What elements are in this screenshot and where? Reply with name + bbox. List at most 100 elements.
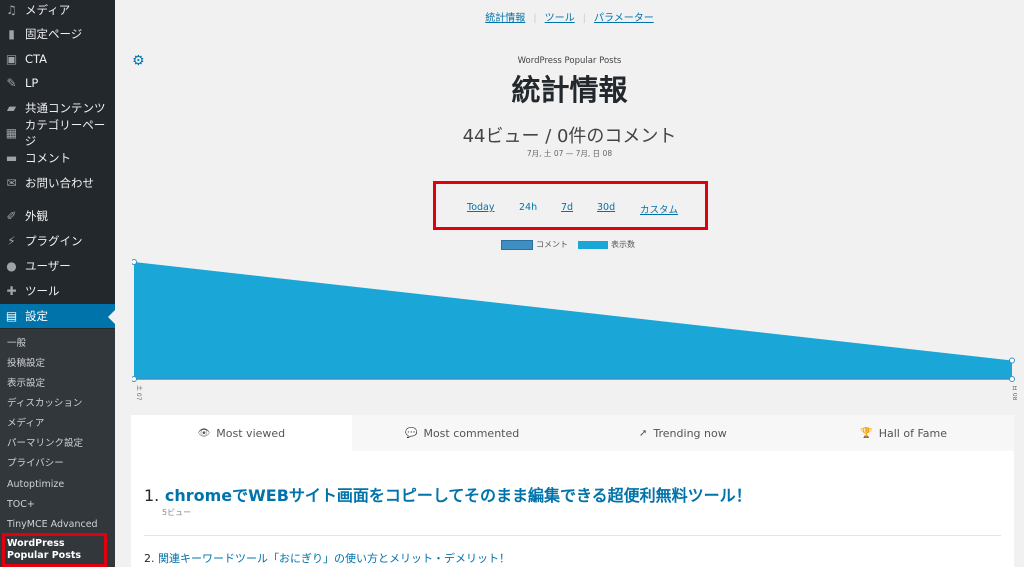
data-point-views[interactable] [1009, 357, 1015, 364]
page-title: 統計情報 [511, 73, 628, 107]
media-icon: ♫ [6, 3, 17, 17]
submenu-permalinks[interactable]: パーマリンク設定 [7, 438, 83, 450]
tab-label: Trending now [653, 426, 727, 440]
link-parameters[interactable]: パラメーター [586, 13, 662, 24]
plugin-name: WordPress Popular Posts [517, 56, 622, 66]
tab-most-viewed[interactable]: 👁 Most viewed [131, 415, 352, 451]
folder-icon: ▰ [6, 101, 17, 115]
list-item[interactable]: 2. 関連キーワードツール「おにぎり」の使い方とメリット・デメリット！ [144, 550, 510, 566]
legend-label: コメント [536, 240, 568, 249]
brush-icon: ✐ [6, 209, 17, 223]
tab-trending-now[interactable]: ➚ Trending now [573, 415, 794, 451]
submenu-media[interactable]: メディア [7, 418, 44, 430]
data-point-comments[interactable] [1009, 376, 1015, 382]
post-title-link[interactable]: 関連キーワードツール「おにぎり」の使い方とメリット・デメリット！ [158, 552, 510, 565]
menu-label: CTA [25, 52, 48, 66]
highlight-box [2, 533, 107, 567]
rocket-icon: ➚ [639, 427, 648, 439]
list-number: 1. [144, 486, 160, 505]
submenu-reading[interactable]: 表示設定 [7, 378, 45, 390]
lp-icon: ✎ [6, 76, 17, 90]
main-content: 統計情報 | ツール | パラメーター ⚙ WordPress Popular Post… [115, 0, 1024, 567]
range-7d[interactable]: 7d [561, 202, 573, 213]
submenu-tinymce[interactable]: TinyMCE Advanced [7, 519, 98, 531]
menu-label: メディア [25, 3, 71, 17]
data-point-views[interactable] [132, 259, 137, 265]
menu-pages[interactable]: ▮ 固定ページ [0, 22, 115, 46]
range-30d[interactable]: 30d [597, 202, 615, 213]
views-area-chart: 土 07 日 08 [132, 259, 1017, 401]
tab-label: Most commented [423, 426, 520, 440]
list-number: 2. [144, 552, 155, 565]
menu-media[interactable]: ♫ メディア [0, 0, 115, 22]
menu-label: 外観 [25, 209, 48, 223]
menu-tools[interactable]: ✚ ツール [0, 279, 115, 303]
date-range: 7月, 土 07 — 7月, 日 08 [526, 149, 613, 158]
submenu-autoptimize[interactable]: Autoptimize [7, 479, 64, 491]
submenu-toc[interactable]: TOC+ [7, 499, 35, 511]
menu-label: 設定 [25, 309, 48, 323]
x-tick-label: 日 08 [1011, 385, 1017, 401]
tab-bar: 👁 Most viewed 💬 Most commented ➚ Trending n… [131, 415, 1014, 451]
range-custom[interactable]: カスタム [640, 202, 678, 216]
link-stats[interactable]: 統計情報 [477, 13, 533, 24]
cta-icon: ▣ [5, 52, 18, 66]
menu-settings[interactable]: ▤ 設定 [0, 304, 115, 328]
comment-icon: ▬ [5, 151, 18, 165]
user-icon: ● [6, 259, 17, 273]
range-24h[interactable]: 24h [519, 202, 537, 213]
menu-contact[interactable]: ✉ お問い合わせ [0, 171, 115, 195]
menu-label: お問い合わせ [25, 176, 94, 190]
menu-label: 共通コンテンツ [25, 101, 106, 115]
menu-label: プラグイン [25, 234, 83, 248]
menu-label: ユーザー [25, 259, 71, 273]
submenu-privacy[interactable]: プライバシー [7, 458, 64, 470]
menu-label: LP [25, 76, 39, 90]
settings-submenu: 一般 投稿設定 表示設定 ディスカッション メディア パーマリンク設定 プライバ… [0, 329, 115, 567]
menu-label: コメント [25, 151, 71, 165]
legend-comments: コメント [501, 239, 568, 250]
list-item[interactable]: 1. chromeでWEBサイト画面をコピーしてそのまま編集できる超便利無料ツー… [144, 482, 752, 506]
settings-icon: ▤ [5, 309, 18, 323]
range-today[interactable]: Today [467, 202, 494, 213]
menu-appearance[interactable]: ✐ 外観 [0, 204, 115, 228]
admin-sidebar: ♫ メディア ▮ 固定ページ ▣ CTA ✎ LP ▰ 共通コンテンツ ▦ カテゴリーページ… [0, 0, 115, 567]
series-views-area [134, 262, 1012, 379]
menu-cta[interactable]: ▣ CTA [0, 47, 115, 71]
submenu-general[interactable]: 一般 [7, 338, 26, 350]
menu-lp[interactable]: ✎ LP [0, 71, 115, 95]
menu-plugins[interactable]: ⚡ プラグイン [0, 229, 115, 253]
data-point-comments[interactable] [132, 376, 137, 382]
wrench-icon: ✚ [6, 284, 17, 298]
menu-label: 固定ページ [25, 27, 83, 41]
mail-icon: ✉ [6, 176, 17, 190]
x-tick-label: 土 07 [135, 385, 143, 401]
tab-most-commented[interactable]: 💬 Most commented [352, 415, 573, 451]
top-nav: 統計情報 | ツール | パラメーター [115, 9, 1024, 24]
menu-comments[interactable]: ▬ コメント [0, 146, 115, 170]
popular-posts-list: 1. chromeでWEBサイト画面をコピーしてそのまま編集できる超便利無料ツー… [131, 451, 1014, 567]
category-icon: ▦ [5, 126, 18, 140]
menu-category-pages[interactable]: ▦ カテゴリーページ [0, 118, 115, 148]
link-tools[interactable]: ツール [537, 13, 583, 24]
tab-label: Hall of Fame [878, 426, 947, 440]
submenu-discussion[interactable]: ディスカッション [7, 398, 82, 410]
divider [144, 535, 1001, 536]
menu-label: カテゴリーページ [24, 118, 106, 148]
menu-users[interactable]: ● ユーザー [0, 254, 115, 278]
menu-label: ツール [25, 284, 60, 298]
legend-swatch [578, 240, 608, 249]
submenu-writing[interactable]: 投稿設定 [7, 358, 45, 370]
active-arrow [108, 310, 115, 324]
trophy-icon: 🏆 [860, 427, 873, 439]
page-icon: ▮ [8, 27, 15, 41]
tab-label: Most viewed [216, 426, 286, 440]
legend-label: 表示数 [611, 240, 635, 249]
tab-hall-of-fame[interactable]: 🏆 Hall of Fame [793, 415, 1014, 451]
post-title-link[interactable]: chromeでWEBサイト画面をコピーしてそのまま編集できる超便利無料ツール！ [165, 486, 752, 505]
view-count: 5ビュー [162, 508, 192, 517]
comment-icon: 💬 [405, 427, 418, 439]
legend-swatch [501, 239, 533, 250]
legend-views: 表示数 [578, 239, 635, 250]
eye-icon: 👁 [197, 427, 211, 439]
